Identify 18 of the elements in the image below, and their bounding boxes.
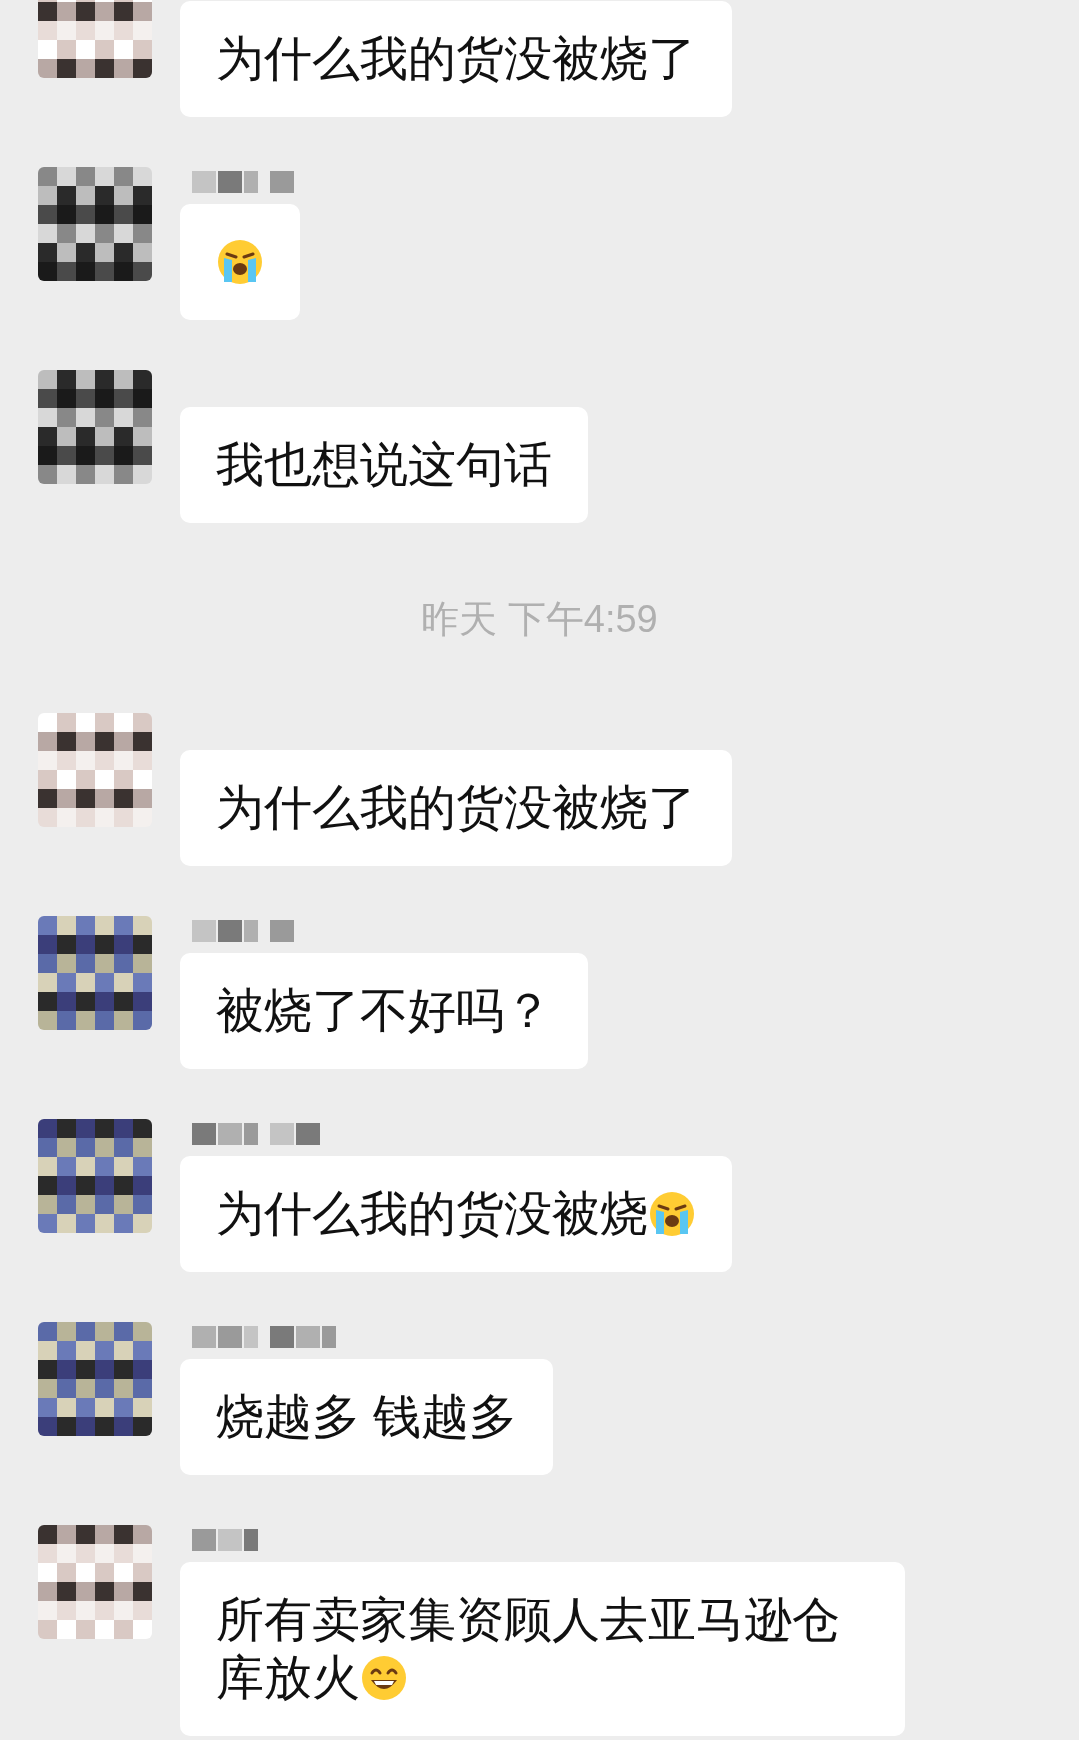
grinning-face-icon xyxy=(360,1654,408,1702)
message-bubble: 我也想说这句话 xyxy=(180,407,588,523)
avatar[interactable] xyxy=(38,916,152,1030)
avatar[interactable] xyxy=(38,167,152,281)
avatar[interactable] xyxy=(38,713,152,827)
message-bubble: 被烧了不好吗？ xyxy=(180,953,588,1069)
message-bubble: 烧越多 钱越多 xyxy=(180,1359,554,1475)
message-bubble: 所有卖家集资顾人去亚马逊仓库放火 xyxy=(180,1562,905,1736)
message-bubble: 为什么我的货没被烧了 xyxy=(180,750,732,866)
avatar[interactable] xyxy=(38,1119,152,1233)
message-bubble: 为什么我的货没被烧了 xyxy=(180,1,732,117)
crying-face-icon xyxy=(216,238,264,286)
avatar[interactable] xyxy=(38,370,152,484)
avatar[interactable] xyxy=(38,1525,152,1639)
crying-face-icon xyxy=(648,1190,696,1238)
message-bubble: 为什么我的货没被烧 xyxy=(180,1156,732,1272)
timestamp: 昨天 下午4:59 xyxy=(421,597,658,641)
avatar[interactable] xyxy=(38,1322,152,1436)
